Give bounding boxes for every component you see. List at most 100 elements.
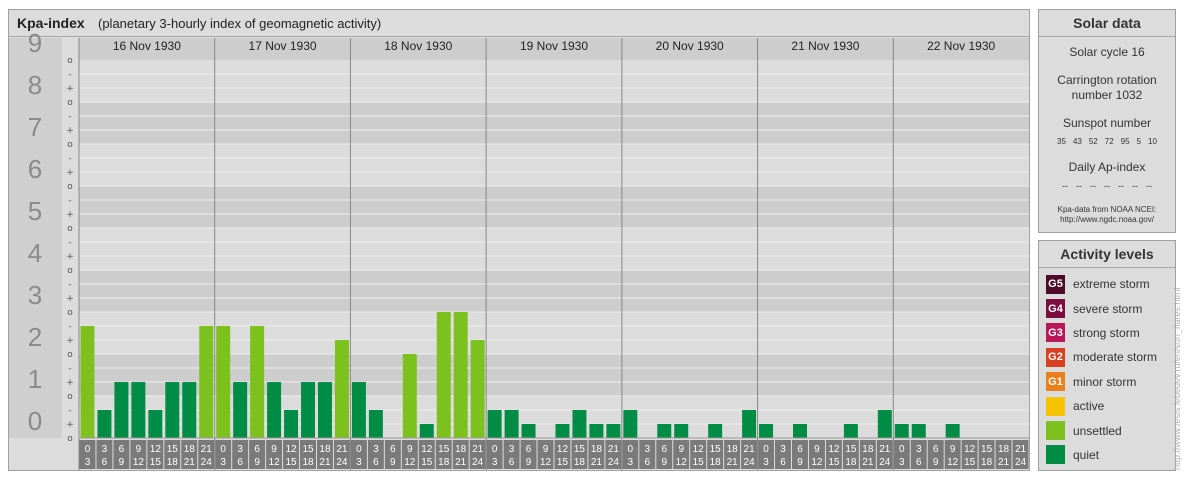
interval-end-label: 15 — [964, 457, 976, 468]
interval-start-label: 12 — [150, 444, 162, 455]
interval-end-label: 18 — [574, 457, 586, 468]
activity-level-row: quiet — [1039, 443, 1175, 467]
ap-value: -- — [1062, 181, 1068, 191]
y-tick-label: 9 — [28, 28, 42, 58]
kpa-chart: 0123456789o+-o+-o+-o+-o+-o+-o+-o+-o+-o16… — [9, 28, 1029, 470]
kp-bar — [318, 382, 332, 438]
minor-tick-label: - — [68, 238, 71, 248]
activity-level-swatch: G2 — [1046, 347, 1065, 367]
interval-start-label: 21 — [744, 444, 756, 455]
sunspot-label: Sunspot number — [1062, 116, 1152, 130]
watermark: http://www.tesis.lebedev.ru/en/sun_flare… — [1172, 287, 1182, 470]
kp-bar — [419, 424, 434, 438]
minor-tick-label: - — [68, 406, 71, 416]
activity-level-swatch — [1046, 421, 1065, 441]
interval-start-label: 0 — [356, 444, 362, 455]
kp-bar — [233, 382, 248, 438]
interval-start-label: 9 — [814, 444, 820, 455]
activity-level-label: extreme storm — [1073, 277, 1150, 292]
interval-start-label: 18 — [455, 444, 467, 455]
interval-end-label: 24 — [472, 457, 484, 468]
interval-end-label: 9 — [119, 457, 125, 468]
kp-bar — [911, 424, 926, 438]
minor-tick-label: + — [66, 378, 74, 388]
y-tick-label: 8 — [28, 70, 42, 100]
activity-level-label: unsettled — [1073, 423, 1122, 438]
interval-start-label: 3 — [373, 444, 379, 455]
interval-end-label: 21 — [862, 457, 874, 468]
source-line-2: http://www.ngdc.noaa.gov/ — [1060, 215, 1154, 224]
kp-bar — [606, 424, 621, 438]
interval-start-label: 15 — [574, 444, 586, 455]
ap-value: -- — [1090, 181, 1096, 191]
activity-level-row: G5 extreme storm — [1039, 272, 1175, 296]
interval-end-label: 21 — [319, 457, 331, 468]
activity-level-swatch: G5 — [1046, 274, 1065, 294]
day-label: 20 Nov 1930 — [656, 39, 724, 53]
minor-tick-label: - — [68, 280, 71, 290]
interval-start-label: 0 — [85, 444, 91, 455]
solar-cycle: Solar cycle 16 — [1069, 45, 1145, 59]
band — [9, 270, 1029, 312]
activity-level-label: active — [1073, 399, 1105, 414]
interval-end-label: 15 — [421, 457, 433, 468]
interval-end-label: 12 — [404, 457, 416, 468]
interval-start-label: 12 — [964, 444, 976, 455]
sunspot-value: 35 — [1057, 137, 1066, 146]
interval-end-label: 6 — [102, 457, 108, 468]
interval-end-label: 6 — [237, 457, 243, 468]
kp-bar — [742, 409, 757, 438]
interval-end-label: 12 — [540, 457, 552, 468]
interval-end-label: 9 — [933, 457, 939, 468]
sunspot-value: 43 — [1072, 137, 1082, 146]
interval-end-label: 18 — [981, 457, 993, 468]
kp-bar — [521, 424, 536, 438]
kp-bar — [504, 409, 519, 438]
band — [9, 60, 1029, 102]
kp-bar — [114, 382, 129, 438]
interval-start-label: 15 — [710, 444, 722, 455]
minor-tick-label: + — [66, 168, 74, 178]
y-tick-label: 0 — [28, 406, 42, 436]
interval-start-label: 9 — [678, 444, 684, 455]
interval-start-label: 3 — [780, 444, 786, 455]
interval-start-label: 21 — [472, 444, 484, 455]
interval-end-label: 6 — [373, 457, 379, 468]
sunspot-value: 95 — [1120, 137, 1130, 146]
y-tick-label: 5 — [28, 196, 42, 226]
kp-bar — [674, 424, 689, 438]
interval-start-label: 3 — [237, 444, 243, 455]
minor-tick-label: + — [66, 84, 74, 94]
activity-level-label: minor storm — [1073, 374, 1137, 389]
ap-value: -- — [1132, 181, 1138, 191]
activity-levels-list: G5 extreme storm G4 severe storm G3 strong st… — [1039, 268, 1175, 467]
minor-tick-label: o — [67, 182, 73, 192]
kp-bar — [708, 424, 723, 438]
ap-value: -- — [1076, 181, 1082, 191]
activity-level-swatch — [1046, 445, 1065, 465]
interval-start-label: 3 — [509, 444, 515, 455]
carrington-line-1: Carrington rotation — [1057, 73, 1157, 87]
interval-end-label: 15 — [828, 457, 840, 468]
kp-bar — [453, 312, 468, 438]
interval-start-label: 15 — [845, 444, 857, 455]
minor-tick-label: - — [68, 154, 71, 164]
minor-tick-label: + — [66, 210, 74, 220]
interval-start-label: 6 — [254, 444, 260, 455]
kp-bar — [368, 409, 383, 438]
kp-bar — [877, 409, 892, 438]
activity-level-swatch: G4 — [1046, 299, 1065, 319]
interval-end-label: 3 — [220, 457, 226, 468]
kp-bar — [80, 325, 95, 438]
kp-bar — [301, 382, 315, 438]
interval-end-label: 3 — [492, 457, 498, 468]
activity-level-row: G3 strong storm — [1039, 321, 1175, 345]
band — [9, 144, 1029, 186]
interval-end-label: 21 — [998, 457, 1010, 468]
activity-level-label: moderate storm — [1073, 350, 1158, 365]
interval-end-label: 12 — [676, 457, 688, 468]
kp-bar — [402, 354, 417, 438]
interval-start-label: 0 — [628, 444, 634, 455]
interval-start-label: 18 — [727, 444, 739, 455]
interval-start-label: 12 — [421, 444, 433, 455]
